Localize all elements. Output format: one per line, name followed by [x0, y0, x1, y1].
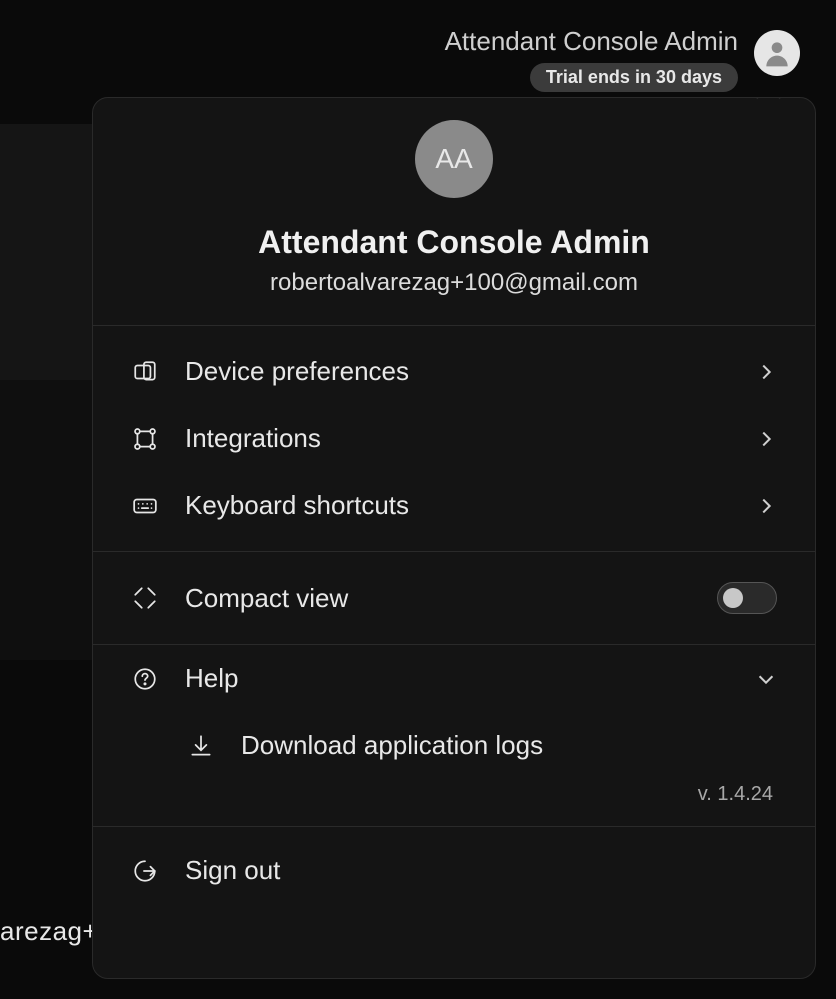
download-icon	[187, 732, 215, 760]
menu-label: Help	[185, 663, 729, 694]
menu-label: Download application logs	[241, 730, 777, 761]
menu-label: Integrations	[185, 423, 729, 454]
sign-out-icon	[131, 857, 159, 885]
menu-label: Keyboard shortcuts	[185, 490, 729, 521]
background-truncated-text: arezag+	[0, 916, 98, 947]
device-icon	[131, 358, 159, 386]
compact-view-item[interactable]: Compact view	[93, 564, 815, 632]
help-section: Help Download application logs v. 1.4.24	[93, 645, 815, 827]
header-user-name: Attendant Console Admin	[445, 26, 738, 57]
profile-name: Attendant Console Admin	[258, 224, 650, 261]
sign-out-item[interactable]: Sign out	[93, 837, 815, 904]
chevron-right-icon	[755, 495, 777, 517]
keyboard-icon	[131, 492, 159, 520]
chevron-right-icon	[755, 428, 777, 450]
toggle-knob	[723, 588, 743, 608]
profile-email: robertoalvarezag+100@gmail.com	[270, 269, 638, 297]
help-item[interactable]: Help	[93, 645, 815, 712]
menu-label: Sign out	[185, 855, 777, 886]
menu-label: Device preferences	[185, 356, 729, 387]
integrations-icon	[131, 425, 159, 453]
profile-section: AA Attendant Console Admin robertoalvare…	[93, 98, 815, 326]
help-icon	[131, 665, 159, 693]
profile-flyout: AA Attendant Console Admin robertoalvare…	[92, 97, 816, 979]
preferences-section: Device preferences Integrations Keyboard…	[93, 326, 815, 552]
view-section: Compact view	[93, 552, 815, 645]
user-icon	[761, 37, 793, 69]
menu-label: Compact view	[185, 583, 691, 614]
version-label: v. 1.4.24	[93, 779, 815, 826]
profile-avatar: AA	[415, 120, 493, 198]
avatar-button[interactable]	[754, 30, 800, 76]
chevron-right-icon	[755, 361, 777, 383]
background-panel	[0, 380, 92, 660]
chevron-down-icon	[755, 668, 777, 690]
keyboard-shortcuts-item[interactable]: Keyboard shortcuts	[93, 472, 815, 539]
trial-badge: Trial ends in 30 days	[530, 63, 738, 92]
download-logs-item[interactable]: Download application logs	[93, 712, 815, 779]
compact-view-toggle[interactable]	[717, 582, 777, 614]
background-panel	[0, 124, 92, 380]
integrations-item[interactable]: Integrations	[93, 405, 815, 472]
header-bar: Attendant Console Admin Trial ends in 30…	[0, 0, 836, 90]
signout-section: Sign out	[93, 827, 815, 914]
device-preferences-item[interactable]: Device preferences	[93, 338, 815, 405]
compact-view-icon	[131, 584, 159, 612]
